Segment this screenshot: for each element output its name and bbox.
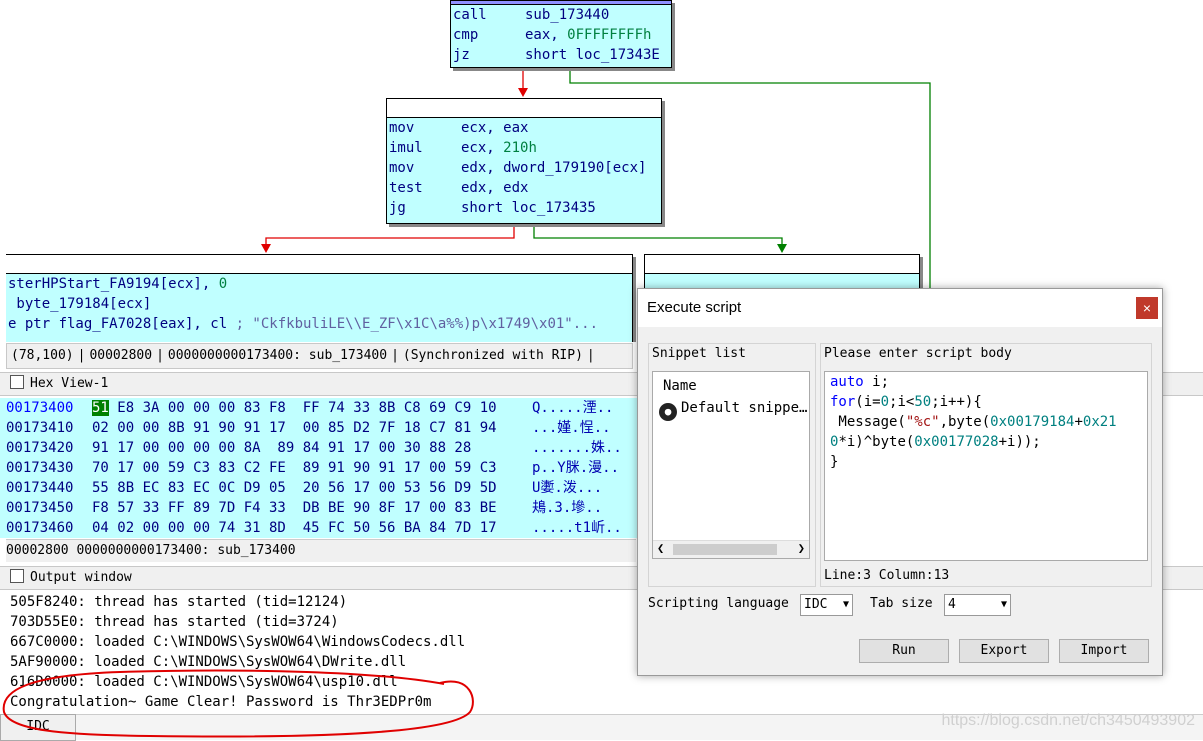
chevron-down-icon: ▼: [842, 599, 849, 610]
hex-view-title: Hex View-1: [30, 376, 109, 391]
hex-view[interactable]: 00173400 51 E8 3A 00 00 00 83 F8 FF 74 33…: [0, 398, 640, 538]
snippet-icon: ●: [659, 403, 677, 421]
cursor-position: Line:3 Column:13: [824, 568, 950, 583]
tab-size-label: Tab size: [870, 596, 933, 611]
hex-row[interactable]: 00173440 55 8B EC 83 EC 0C D9 05 20 56 17…: [0, 478, 640, 498]
watermark: https://blog.csdn.net/ch3450493902: [941, 712, 1195, 729]
run-button[interactable]: Run: [859, 639, 949, 663]
graph-node-left[interactable]: sterHPStart_FA9194[ecx], 0 byte_179184[e…: [6, 254, 633, 342]
scripting-language-select[interactable]: IDC ▼: [800, 594, 853, 616]
snippet-list-scrollbar[interactable]: ❮ ❯: [653, 540, 809, 558]
snippet-item-default[interactable]: ● Default snippe…: [659, 400, 807, 421]
asm-line: cmp eax, 0FFFFFFFFh: [453, 27, 652, 43]
asm-line: test edx, edx: [389, 180, 529, 196]
graph-node-mid[interactable]: mov ecx, eax imul ecx, 210h mov edx, dword_…: [386, 98, 662, 224]
close-icon[interactable]: ×: [1136, 297, 1158, 319]
file-offset: 00002800: [89, 348, 153, 363]
code-line: }: [830, 454, 839, 470]
asm-line: byte_179184[ecx]: [8, 296, 152, 312]
hex-status-bar: 00002800 0000000000173400: sub_173400: [6, 539, 636, 562]
graph-status-bar: (78,100) | 00002800 | 0000000000173400: sub_…: [6, 343, 633, 369]
graph-node-top[interactable]: call sub_173440 cmp eax, 0FFFFFFFFh jz shor…: [450, 0, 672, 68]
snippet-name-header[interactable]: Name: [663, 378, 697, 394]
snippet-list-label: Snippet list: [652, 346, 746, 361]
hex-row[interactable]: 00173400 51 E8 3A 00 00 00 83 F8 FF 74 33…: [0, 398, 640, 418]
hex-view-icon: [10, 375, 24, 389]
scroll-right-icon[interactable]: ❯: [798, 541, 805, 555]
asm-line: jz short loc_17343E: [453, 47, 660, 63]
asm-line: jg short loc_173435: [389, 200, 596, 216]
scroll-left-icon[interactable]: ❮: [657, 541, 664, 555]
hex-row[interactable]: 00173410 02 00 00 8B 91 90 91 17 00 85 D2…: [0, 418, 640, 438]
current-address: 0000000000173400: sub_173400: [167, 348, 388, 363]
export-button[interactable]: Export: [959, 639, 1049, 663]
idc-language-button[interactable]: IDC: [0, 714, 76, 741]
output-line-password: Congratulation~ Game Clear! Password is …: [10, 694, 432, 710]
hex-row[interactable]: 00173420 91 17 00 00 00 00 8A 89 84 91 17…: [0, 438, 640, 458]
graph-zoom-coords: (78,100): [11, 348, 74, 363]
hex-row[interactable]: 00173460 04 02 00 00 00 74 31 8D 45 FC 50…: [0, 518, 640, 538]
scripting-language-label: Scripting language: [648, 596, 789, 611]
asm-line: imul ecx, 210h: [389, 140, 537, 156]
sync-status: (Synchronized with RIP): [402, 348, 583, 363]
snippet-list[interactable]: Name ● Default snippe… ❮ ❯: [652, 371, 810, 559]
hex-row[interactable]: 00173450 F8 57 33 FF 89 7D F4 33 DB BE 90…: [0, 498, 640, 518]
hex-row[interactable]: 00173430 70 17 00 59 C3 83 C2 FE 89 91 90…: [0, 458, 640, 478]
asm-line: sterHPStart_FA9194[ecx], 0: [8, 276, 228, 292]
scroll-thumb[interactable]: [673, 544, 777, 555]
import-button[interactable]: Import: [1059, 639, 1149, 663]
code-line: auto i;: [830, 374, 890, 390]
dialog-titlebar[interactable]: Execute script ×: [638, 289, 1162, 327]
output-window-title: Output window: [30, 570, 132, 585]
code-line: Message("%c",byte(0x00179184+0x21: [830, 414, 1117, 430]
asm-line: mov edx, dword_179190[ecx]: [389, 160, 647, 176]
asm-line: mov ecx, eax: [389, 120, 529, 136]
asm-line: call sub_173440: [453, 7, 610, 23]
tab-size-select[interactable]: 4 ▼: [944, 594, 1011, 616]
output-window-icon: [10, 569, 24, 583]
hex-cursor-byte[interactable]: 51: [92, 400, 109, 416]
script-body-label: Please enter script body: [824, 346, 1012, 361]
script-editor[interactable]: auto i; for(i=0;i<50;i++){ Message("%c",…: [824, 371, 1148, 561]
code-line: 0*i)^byte(0x00177028+i));: [830, 434, 1041, 450]
chevron-down-icon: ▼: [1000, 599, 1007, 610]
execute-script-dialog[interactable]: Execute script × Snippet list Name ● Defa…: [637, 288, 1163, 676]
dialog-title: Execute script: [647, 299, 742, 316]
code-line: for(i=0;i<50;i++){: [830, 394, 982, 410]
asm-line: e ptr flag_FA7028[eax], cl ; "CkfkbuliLE…: [8, 316, 599, 332]
